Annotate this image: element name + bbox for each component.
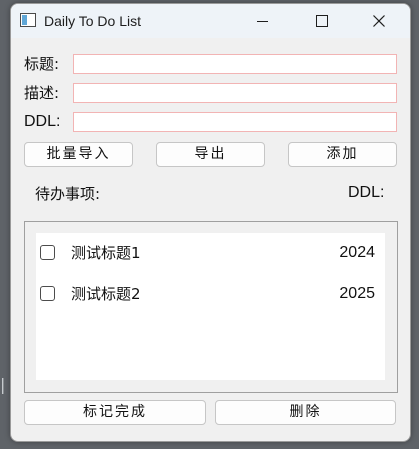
app-window-icon [20,13,36,27]
ddl-label: DDL: [24,113,61,130]
item-title: 测试标题1 [71,244,141,262]
close-icon [373,15,385,27]
list-item[interactable]: 测试标题2 2025 [36,282,385,306]
todo-list[interactable]: 测试标题1 2024 测试标题2 2025 [24,221,398,393]
ddl-column-header: DDL: [348,184,385,201]
window-title: Daily To Do List [44,13,142,29]
maximize-button[interactable] [298,4,344,38]
minimize-button[interactable] [240,4,286,38]
list-item[interactable]: 测试标题1 2024 [36,241,385,265]
description-input[interactable] [73,83,397,103]
delete-button[interactable]: 删除 [215,400,396,425]
title-label: 标题: [24,55,60,73]
item-checkbox[interactable] [40,286,55,301]
batch-import-button[interactable]: 批量导入 [24,142,133,167]
item-ddl: 2024 [339,244,375,261]
todo-list-header: 待办事项: [35,185,101,203]
item-title: 测试标题2 [71,285,141,303]
title-bar[interactable]: Daily To Do List [11,4,410,38]
add-button[interactable]: 添加 [288,142,397,167]
item-checkbox[interactable] [40,245,55,260]
ddl-input[interactable] [73,112,397,132]
export-button[interactable]: 导出 [156,142,265,167]
item-ddl: 2025 [339,285,375,302]
close-button[interactable] [356,4,402,38]
description-label: 描述: [24,84,60,102]
todo-list-viewport: 测试标题1 2024 测试标题2 2025 [36,233,385,380]
title-input[interactable] [73,54,397,74]
mark-complete-button[interactable]: 标记完成 [24,400,206,425]
todo-window: Daily To Do List 标题: 描述: DDL: 批量导入 导出 添加… [10,3,411,442]
